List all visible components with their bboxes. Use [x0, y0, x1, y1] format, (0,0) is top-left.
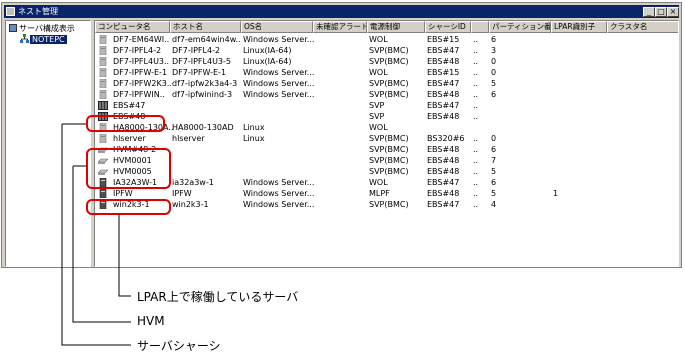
callout-lpar: LPAR上で稼働しているサーバ [137, 290, 299, 304]
callout-lines [61, 123, 131, 346]
callout-hvm: HVM [137, 314, 165, 328]
callout-chassis: サーバシャーシ [137, 339, 221, 353]
